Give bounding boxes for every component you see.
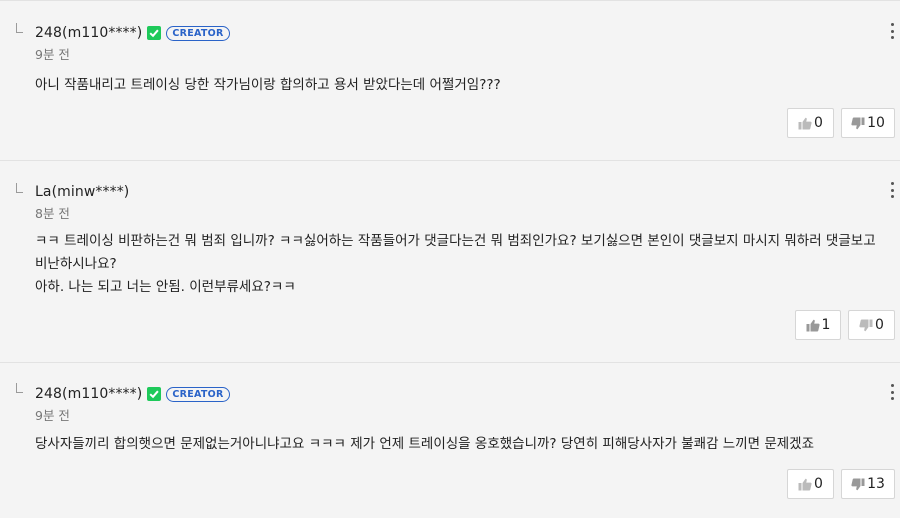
dislike-count: 10 [867, 115, 885, 131]
author-row: 248(m110****) CREATOR [35, 384, 230, 404]
like-count: 0 [814, 115, 823, 131]
thumbs-down-icon [851, 117, 865, 129]
dislike-button[interactable]: 13 [841, 469, 895, 499]
comment-item: 248(m110****) CREATOR 9분 전 아니 작품내리고 트레이싱… [0, 0, 900, 161]
comment-time: 8분 전 [35, 206, 70, 221]
more-vertical-icon[interactable] [888, 384, 896, 400]
thumbs-down-icon [851, 478, 865, 490]
author-row: 248(m110****) CREATOR [35, 23, 230, 43]
verified-check-icon [147, 387, 162, 401]
like-button[interactable]: 0 [787, 108, 834, 138]
thumbs-up-icon [806, 319, 820, 331]
like-count: 0 [814, 476, 823, 492]
comment-time: 9분 전 [35, 408, 70, 423]
comment-time: 9분 전 [35, 47, 70, 62]
comment-text: 당사자들끼리 합의햇으면 문제없는거아니냐고요 ㅋㅋㅋ 제가 언제 트레이싱을 … [35, 436, 815, 452]
dislike-count: 0 [875, 317, 884, 333]
thumbs-up-icon [798, 117, 812, 129]
more-vertical-icon[interactable] [888, 182, 896, 198]
author-name[interactable]: 248(m110****) [35, 25, 142, 41]
dislike-count: 13 [867, 476, 885, 492]
more-vertical-icon[interactable] [888, 23, 896, 39]
comment-item: La(minw****) 8분 전 ㅋㅋ 트레이싱 비판하는건 뭐 범죄 입니까… [0, 160, 900, 363]
author-row: La(minw****) [35, 182, 129, 202]
author-name[interactable]: 248(m110****) [35, 386, 142, 402]
like-count: 1 [821, 317, 831, 333]
thumbs-down-icon [859, 319, 873, 331]
dislike-button[interactable]: 0 [848, 310, 895, 340]
author-name[interactable]: La(minw****) [35, 184, 129, 200]
thumbs-up-icon [798, 478, 812, 490]
creator-badge: CREATOR [166, 25, 230, 41]
like-button[interactable]: 1 [795, 310, 841, 340]
reply-indicator [16, 383, 23, 393]
like-button[interactable]: 0 [787, 469, 834, 499]
comment-text: ㅋㅋ 트레이싱 비판하는건 뭐 범죄 입니까? ㅋㅋ싫어하는 작품들어가 댓글다… [35, 233, 876, 295]
dislike-button[interactable]: 10 [841, 108, 895, 138]
comment-item: 248(m110****) CREATOR 9분 전 당사자들끼리 합의햇으면 … [0, 362, 900, 518]
comment-text: 아니 작품내리고 트레이싱 당한 작가님이랑 합의하고 용서 받았다는데 어쩔거… [35, 77, 501, 93]
creator-badge: CREATOR [166, 386, 230, 402]
reply-indicator [16, 23, 23, 33]
verified-check-icon [147, 26, 162, 40]
reply-indicator [16, 183, 23, 193]
